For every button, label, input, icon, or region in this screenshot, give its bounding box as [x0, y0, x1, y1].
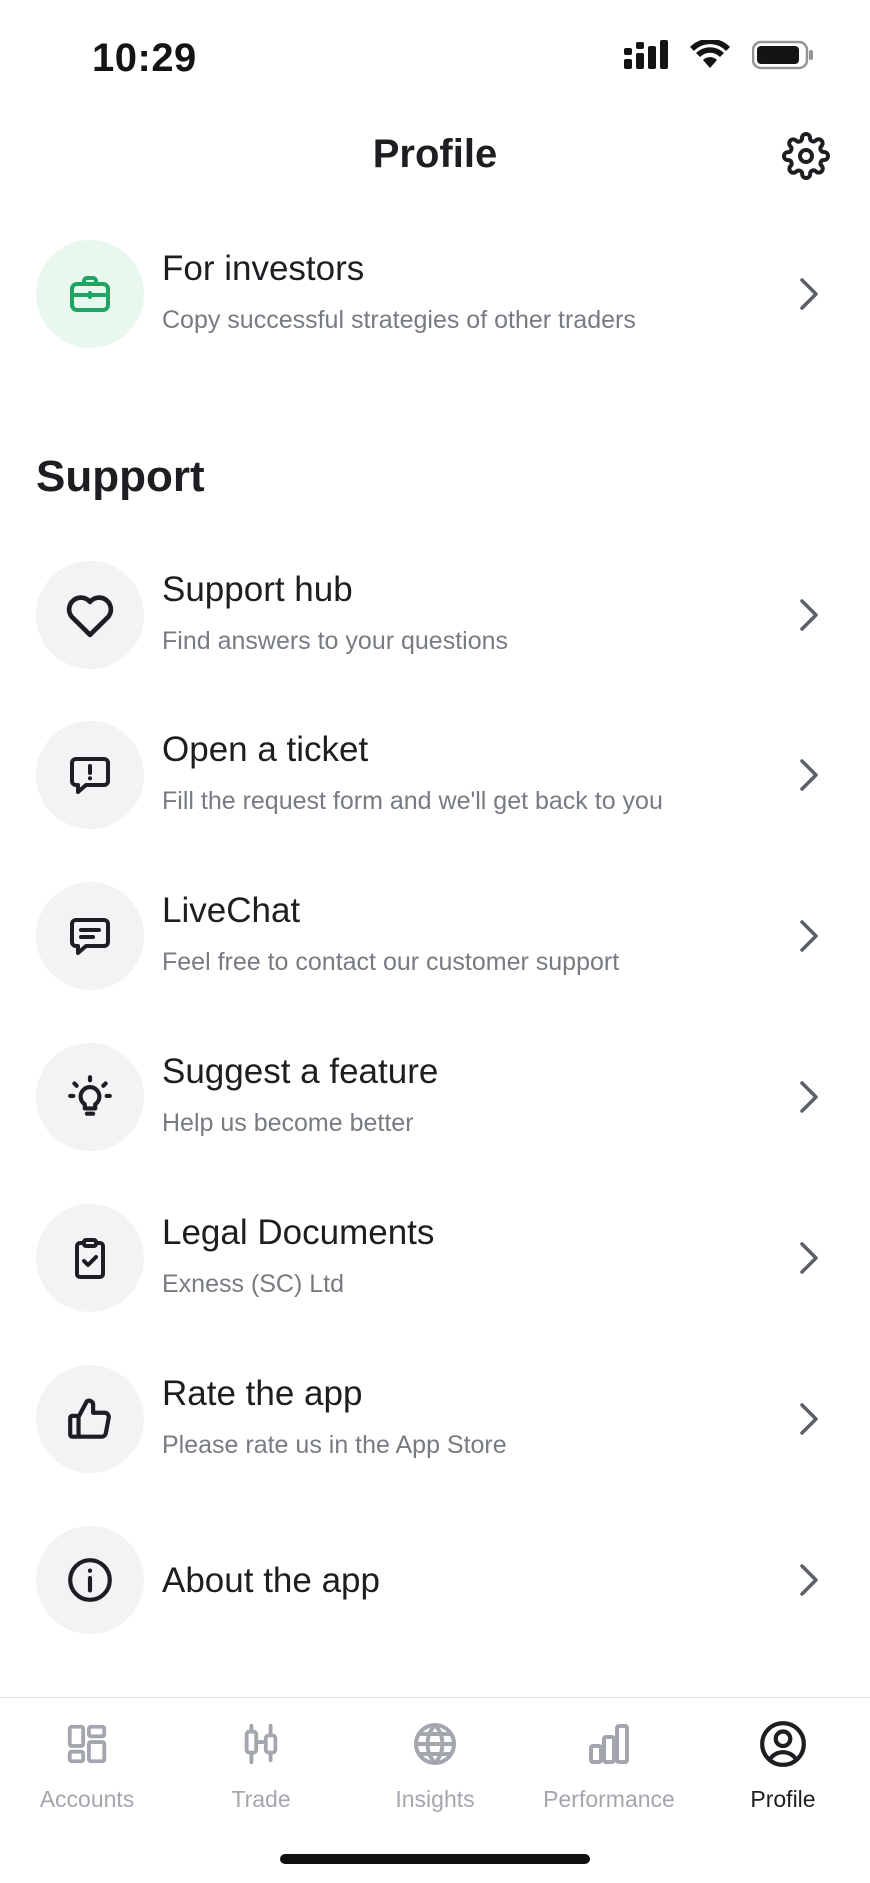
accounts-icon [59, 1716, 115, 1772]
open-ticket-row[interactable]: Open a ticket Fill the request form and … [0, 721, 870, 841]
about-app-title: About the app [162, 1561, 380, 1600]
tab-insights[interactable]: Insights [348, 1716, 522, 1836]
investors-texts: For investors Copy successful strategies… [162, 248, 760, 336]
globe-icon [407, 1716, 463, 1772]
support-heading: Support [36, 452, 205, 501]
open-ticket-icon-circle [36, 721, 144, 829]
chevron-right-icon [794, 274, 824, 314]
tab-insights-label: Insights [395, 1786, 475, 1812]
investors-icon-circle [36, 240, 144, 348]
briefcase-icon [70, 276, 110, 312]
investors-title: For investors [162, 249, 365, 288]
livechat-icon-circle [36, 882, 144, 990]
status-bar: 10:29 [0, 0, 870, 110]
tab-profile[interactable]: Profile [696, 1716, 870, 1836]
legal-documents-texts: Legal Documents Exness (SC) Ltd [162, 1212, 760, 1300]
chevron-right-icon [794, 1077, 824, 1117]
tab-trade[interactable]: Trade [174, 1716, 348, 1836]
about-app-row[interactable]: About the app [0, 1526, 870, 1646]
page-title: Profile [372, 132, 498, 176]
clipboard-check-icon [75, 1238, 105, 1279]
tab-profile-label: Profile [750, 1786, 816, 1812]
open-ticket-subtitle: Fill the request form and we'll get back… [162, 787, 663, 815]
wifi-icon [690, 38, 730, 75]
info-icon [68, 1558, 112, 1602]
tab-performance-label: Performance [543, 1786, 675, 1812]
chevron-right-icon [794, 1238, 824, 1278]
suggest-feature-title: Suggest a feature [162, 1052, 439, 1091]
ticket-icon [70, 757, 110, 794]
chat-icon [70, 918, 110, 955]
suggest-feature-icon-circle [36, 1043, 144, 1151]
suggest-feature-row[interactable]: Suggest a feature Help us become better [0, 1043, 870, 1163]
gear-icon [782, 132, 830, 180]
profile-icon [755, 1716, 811, 1772]
legal-documents-subtitle: Exness (SC) Ltd [162, 1270, 345, 1298]
support-hub-row[interactable]: Support hub Find answers to your questio… [0, 561, 870, 681]
status-icons [624, 38, 814, 75]
for-investors-row[interactable]: For investors Copy successful strategies… [0, 240, 870, 360]
status-time: 10:29 [92, 36, 197, 80]
heart-icon [66, 595, 114, 638]
livechat-subtitle: Feel free to contact our customer suppor… [162, 948, 620, 976]
chevron-right-icon [794, 755, 824, 795]
thumbs-up-icon [68, 1398, 111, 1439]
tab-accounts-label: Accounts [39, 1786, 135, 1812]
battery-icon [751, 40, 814, 75]
livechat-row[interactable]: LiveChat Feel free to contact our custom… [0, 882, 870, 1002]
settings-button[interactable] [780, 130, 832, 182]
legal-documents-icon-circle [36, 1204, 144, 1312]
home-indicator [280, 1854, 590, 1864]
rate-app-row[interactable]: Rate the app Please rate us in the App S… [0, 1365, 870, 1485]
investors-subtitle: Copy successful strategies of other trad… [162, 306, 636, 334]
suggest-feature-texts: Suggest a feature Help us become better [162, 1051, 760, 1139]
chevron-right-icon [794, 1560, 824, 1600]
bar-chart-icon [581, 1716, 637, 1772]
rate-app-title: Rate the app [162, 1374, 363, 1413]
support-hub-icon-circle [36, 561, 144, 669]
legal-documents-title: Legal Documents [162, 1213, 435, 1252]
legal-documents-row[interactable]: Legal Documents Exness (SC) Ltd [0, 1204, 870, 1324]
chevron-right-icon [794, 916, 824, 956]
rate-app-subtitle: Please rate us in the App Store [162, 1431, 507, 1459]
rate-app-texts: Rate the app Please rate us in the App S… [162, 1373, 760, 1461]
chevron-right-icon [794, 595, 824, 635]
tab-accounts[interactable]: Accounts [0, 1716, 174, 1836]
livechat-texts: LiveChat Feel free to contact our custom… [162, 890, 760, 978]
tab-trade-label: Trade [231, 1786, 291, 1812]
support-hub-subtitle: Find answers to your questions [162, 627, 509, 655]
tab-performance[interactable]: Performance [522, 1716, 696, 1836]
open-ticket-title: Open a ticket [162, 730, 369, 769]
open-ticket-texts: Open a ticket Fill the request form and … [162, 729, 760, 817]
trade-icon [233, 1716, 289, 1772]
chevron-right-icon [794, 1399, 824, 1439]
cellular-signal-icon [624, 40, 668, 75]
about-app-texts: About the app [162, 1560, 760, 1602]
suggest-feature-subtitle: Help us become better [162, 1109, 414, 1137]
lightbulb-icon [68, 1075, 112, 1116]
support-hub-texts: Support hub Find answers to your questio… [162, 569, 760, 657]
livechat-title: LiveChat [162, 891, 301, 930]
about-app-icon-circle [36, 1526, 144, 1634]
support-hub-title: Support hub [162, 570, 353, 609]
header: Profile [0, 110, 870, 198]
rate-app-icon-circle [36, 1365, 144, 1473]
